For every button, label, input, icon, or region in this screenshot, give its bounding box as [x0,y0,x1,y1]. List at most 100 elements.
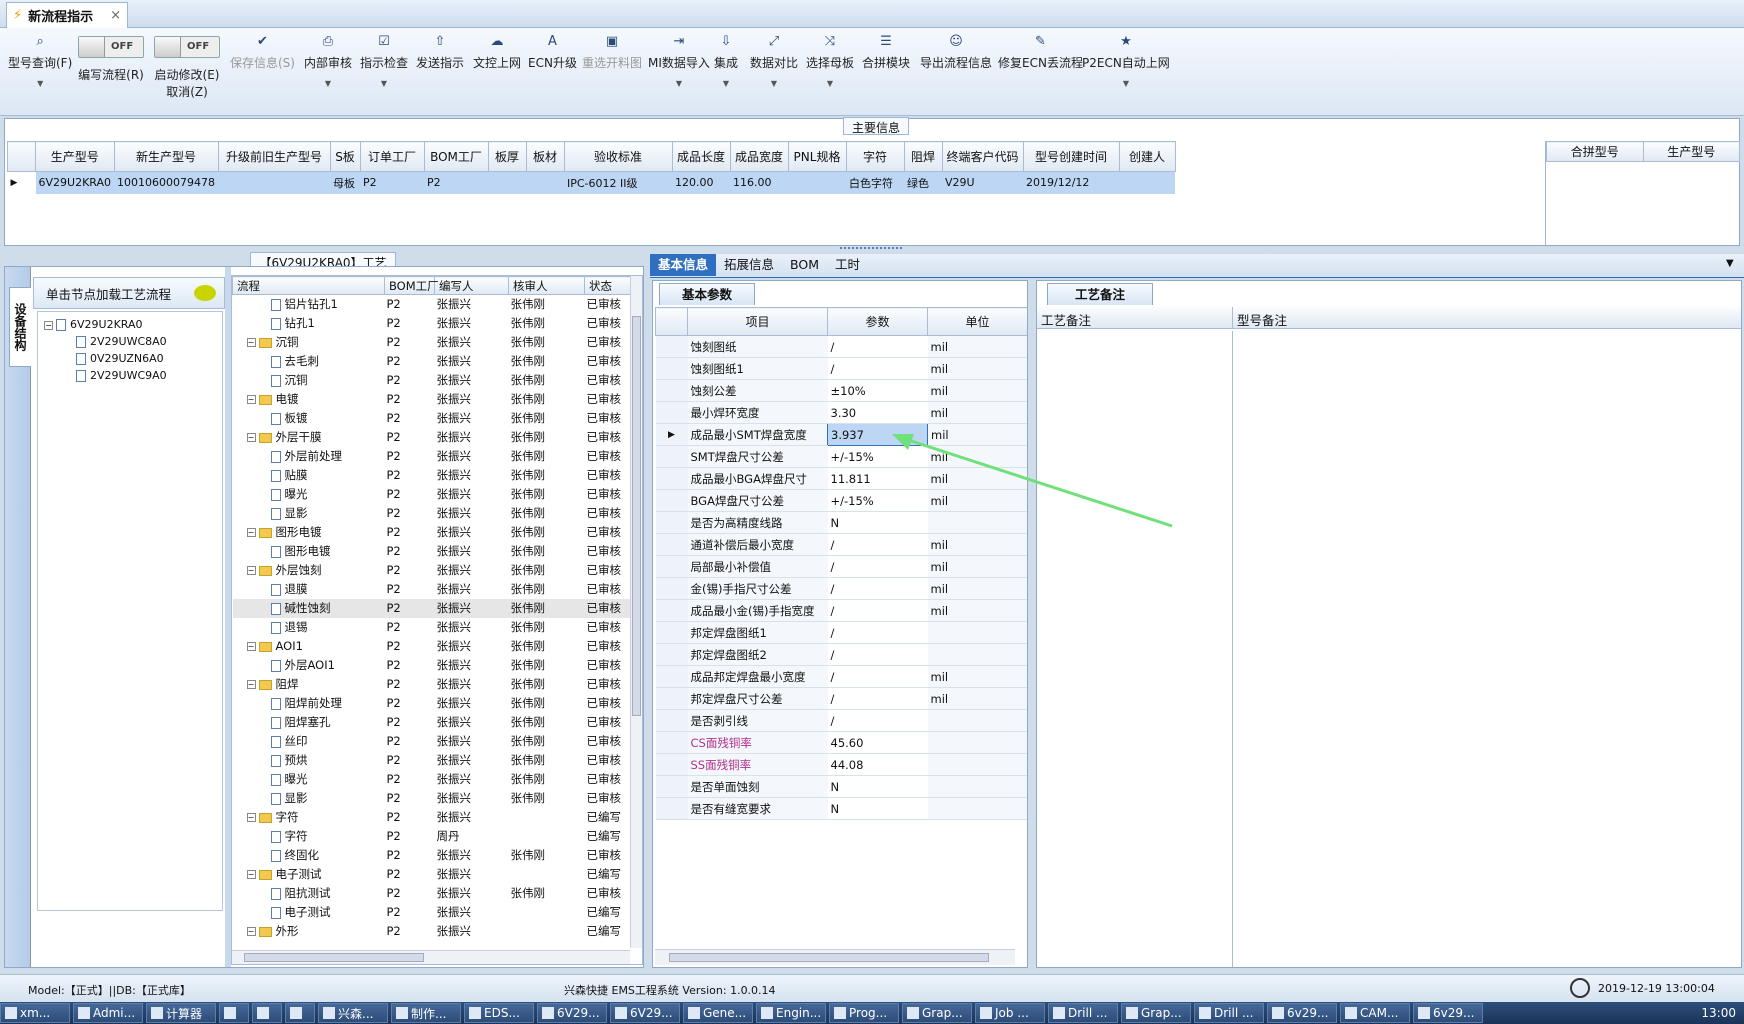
taskbar-item[interactable]: Admi... [73,1003,143,1023]
taskbar-item[interactable]: 计算器 [146,1003,216,1023]
main-info-header[interactable]: 字符 [845,141,905,172]
toolbar-item-10[interactable]: ⇥ MI数据导入 ▼ [648,34,710,88]
flow-row[interactable]: 板镀 P2 张振兴 张伟刚 已审核 [233,409,633,428]
param-value[interactable]: / [827,665,928,688]
param-value[interactable]: / [827,621,928,644]
taskbar-item[interactable]: Gene... [683,1003,753,1023]
collapse-icon[interactable]: − [246,566,256,575]
taskbar-item[interactable] [219,1003,249,1023]
collapse-icon[interactable]: − [246,528,256,537]
flow-row[interactable]: − AOI1 P2 张振兴 张伟刚 已审核 [233,637,633,656]
collapse-icon[interactable]: − [246,642,256,651]
taskbar-item[interactable]: 6V29... [610,1003,680,1023]
taskbar-item[interactable]: Grap... [902,1003,972,1023]
collapse-icon[interactable]: − [246,813,256,822]
chevron-down-icon[interactable]: ▼ [381,79,387,88]
toolbar-item-5[interactable]: ☑ 指示检查 ▼ [360,34,408,88]
main-info-header[interactable]: 成品长度 [671,141,731,172]
main-info-header[interactable]: 验收标准 [563,141,673,172]
tree-node[interactable]: − 6V29U2KRA0 [38,316,222,333]
flow-row[interactable]: − 外层蚀刻 P2 张振兴 张伟刚 已审核 [233,561,633,580]
param-value[interactable]: 45.60 [827,731,928,754]
toolbar-item-8[interactable]: A ECN升级 [528,34,577,71]
flow-row[interactable]: 钻孔1 P2 张振兴 张伟刚 已审核 [233,314,633,333]
toolbar-item-12[interactable]: ⤢ 数据对比 ▼ [750,34,798,88]
main-info-cell[interactable] [788,171,846,194]
toolbar-item-3[interactable]: ✔ 保存信息(S) [230,34,295,71]
main-info-cell[interactable]: 绿色 [904,171,942,194]
param-value[interactable]: / [827,357,928,380]
flow-row[interactable]: 终固化 P2 张振兴 张伟刚 已审核 [233,846,633,865]
toolbar-item-9[interactable]: ▣ 重选开料图 [582,34,642,71]
param-row[interactable]: 局部最小补偿值 / mil [655,555,1027,578]
main-info-cell[interactable] [488,171,526,194]
collapse-icon[interactable]: − [246,395,256,404]
tree-node[interactable]: 2V29UWC9A0 [38,367,222,384]
chevron-down-icon[interactable]: ▼ [1726,258,1734,269]
flow-row[interactable]: 贴膜 P2 张振兴 张伟刚 已审核 [233,466,633,485]
flow-row[interactable]: 退膜 P2 张振兴 张伟刚 已审核 [233,580,633,599]
param-row[interactable]: 是否剥引线 / [655,709,1027,732]
flow-row[interactable]: 退锡 P2 张振兴 张伟刚 已审核 [233,618,633,637]
param-row[interactable]: 成品邦定焊盘最小宽度 / mil [655,665,1027,688]
taskbar-item[interactable] [252,1003,282,1023]
main-info-header[interactable]: 终端客户代码 [941,141,1024,172]
toolbar-item-14[interactable]: ☰ 合拼模块 [862,34,910,71]
main-info-cell[interactable]: 6V29U2KRA0 [35,171,115,194]
flow-header[interactable]: 流程 [232,276,385,295]
taskbar-item[interactable]: Prog... [829,1003,899,1023]
flow-row[interactable]: 预烘 P2 张振兴 张伟刚 已审核 [233,751,633,770]
chevron-down-icon[interactable]: ▼ [676,79,682,88]
taskbar-item[interactable]: Engin... [756,1003,826,1023]
flow-header[interactable]: 状态 [584,276,633,295]
collapse-icon[interactable]: − [246,680,256,689]
taskbar-item[interactable]: 6v29... [1267,1003,1337,1023]
tree-node[interactable]: 2V29UWC8A0 [38,333,222,350]
toolbar-item-16[interactable]: ✎ 修复ECN丢流程 [998,34,1083,71]
param-row[interactable]: 是否单面蚀刻 N [655,775,1027,798]
close-icon[interactable]: × [110,8,121,23]
main-info-header[interactable]: 阻焊 [903,141,943,172]
main-info-header[interactable]: BOM工厂 [423,141,489,172]
taskbar-item[interactable]: CAM... [1340,1003,1410,1023]
main-info-header[interactable]: 订单工厂 [359,141,425,172]
tree-node[interactable]: 0V29UZN6A0 [38,350,222,367]
merge-header[interactable]: 生产型号 [1642,141,1740,162]
flow-row[interactable]: 阻焊塞孔 P2 张振兴 张伟刚 已审核 [233,713,633,732]
toolbar-item-1[interactable]: OFF 编写流程(R) [78,36,144,83]
main-info-header[interactable]: 成品宽度 [729,141,789,172]
flow-row[interactable]: 图形电镀 P2 张振兴 张伟刚 已审核 [233,542,633,561]
params-header[interactable]: 项目 [687,307,828,336]
toolbar-item-4[interactable]: ⎙ 内部审核 ▼ [304,34,352,88]
flow-row[interactable]: 阻焊前处理 P2 张振兴 张伟刚 已审核 [233,694,633,713]
main-info-cell[interactable]: P2 [360,171,424,194]
flow-row[interactable]: 沉铜 P2 张振兴 张伟刚 已审核 [233,371,633,390]
param-value[interactable]: / [827,643,928,666]
collapse-icon[interactable]: − [246,870,256,879]
main-info-cell[interactable]: 120.00 [672,171,730,194]
flow-row[interactable]: − 电镀 P2 张振兴 张伟刚 已审核 [233,390,633,409]
chevron-down-icon[interactable]: ▼ [325,79,331,88]
main-info-cell[interactable]: 116.00 [730,171,788,194]
main-info-header[interactable]: 创建人 [1118,141,1176,172]
params-header[interactable]: 单位 [927,307,1027,336]
chevron-down-icon[interactable]: ▼ [37,79,43,88]
toolbar-item-2[interactable]: OFF 启动修改(E) 取消(Z) [154,36,220,100]
main-info-cell[interactable] [1119,171,1176,194]
taskbar-item[interactable]: EDS... [464,1003,534,1023]
taskbar-item[interactable]: 6v29... [1413,1003,1483,1023]
main-info-cell[interactable]: V29U [942,171,1024,194]
param-row[interactable]: 蚀刻图纸 / mil [655,335,1027,358]
flow-row[interactable]: − 外形 P2 张振兴 已编写 [233,922,633,941]
params-header[interactable]: 参数 [827,307,928,336]
main-info-header[interactable]: S板 [329,141,361,172]
param-value[interactable]: / [827,709,928,732]
flow-row[interactable]: 外层AOI1 P2 张振兴 张伟刚 已审核 [233,656,633,675]
flow-row[interactable]: − 图形电镀 P2 张振兴 张伟刚 已审核 [233,523,633,542]
flow-row[interactable]: 阻抗测试 P2 张振兴 张伟刚 已审核 [233,884,633,903]
taskbar-item[interactable]: Drill ... [1194,1003,1264,1023]
param-value[interactable]: / [827,335,928,358]
flow-row[interactable]: 曝光 P2 张振兴 张伟刚 已审核 [233,770,633,789]
param-value[interactable]: / [827,555,928,578]
param-row[interactable]: 成品最小金(锡)手指宽度 / mil [655,599,1027,622]
